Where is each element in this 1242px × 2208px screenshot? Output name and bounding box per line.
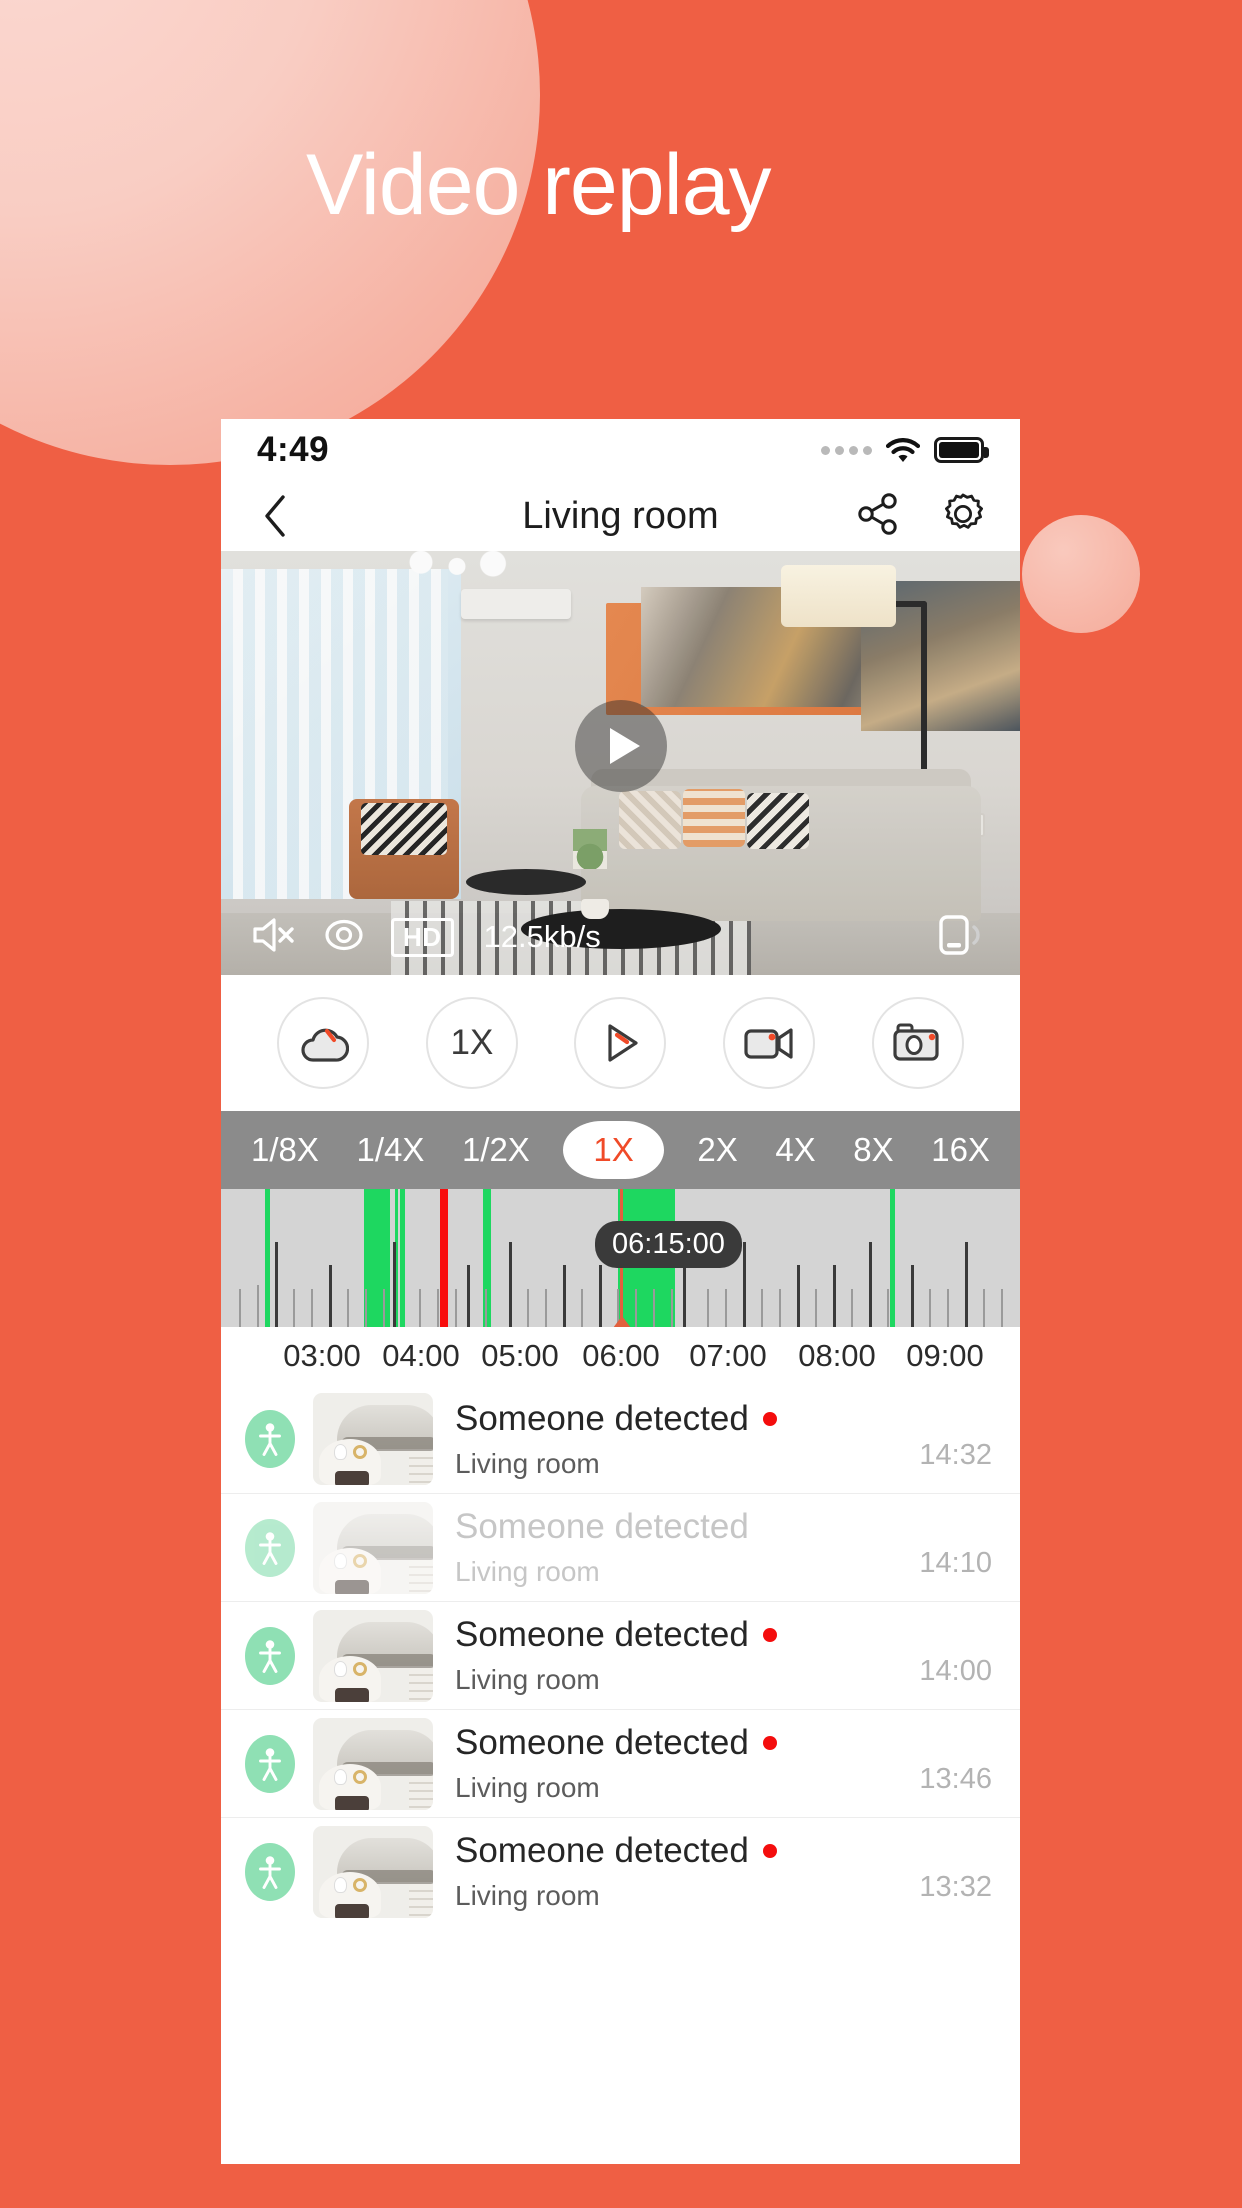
mute-button[interactable] xyxy=(251,916,297,959)
video-player[interactable]: HD 12.5kb/s xyxy=(221,551,1020,975)
table-row[interactable]: Someone detected Living room 14:00 xyxy=(221,1601,1020,1709)
eye-icon xyxy=(325,919,363,950)
share-button[interactable] xyxy=(856,492,900,541)
speed-option-4x[interactable]: 4X xyxy=(771,1124,819,1176)
person-icon xyxy=(245,1518,295,1577)
video-controls-overlay: HD 12.5kb/s xyxy=(221,899,1020,975)
record-button[interactable] xyxy=(723,997,816,1089)
status-time: 4:49 xyxy=(257,430,330,469)
timeline-label-0300: 03:00 xyxy=(283,1338,361,1373)
unread-dot xyxy=(762,1736,777,1750)
battery-icon xyxy=(934,437,989,463)
background-circle-small xyxy=(1022,515,1140,633)
speed-button-label: 1X xyxy=(450,1023,494,1062)
event-time: 13:46 xyxy=(919,1763,992,1795)
event-thumbnail[interactable] xyxy=(313,1501,433,1594)
person-icon xyxy=(245,1410,295,1468)
speed-option-16x[interactable]: 16X xyxy=(927,1124,994,1176)
event-title: Someone detected xyxy=(455,1615,749,1654)
event-list: Someone detected Living room 14:32 Someo… xyxy=(221,1385,1020,1925)
play-outline-icon xyxy=(608,1024,639,1062)
status-icons xyxy=(821,437,989,463)
event-location: Living room xyxy=(455,1664,600,1695)
event-title: Someone detected xyxy=(455,1723,749,1762)
back-button[interactable] xyxy=(255,495,295,537)
event-time: 14:10 xyxy=(919,1547,992,1579)
event-title: Someone detected xyxy=(455,1831,749,1870)
page-title: Video replay xyxy=(306,137,772,233)
unread-dot xyxy=(762,1411,777,1426)
table-row[interactable]: Someone detected Living room 13:46 xyxy=(221,1709,1020,1817)
share-icon xyxy=(858,492,897,535)
event-location: Living room xyxy=(455,1556,600,1587)
event-location: Living room xyxy=(455,1880,600,1911)
chevron-left-icon xyxy=(265,495,285,537)
phone-frame: 4:49 Living room HD 12.5kb/s 1X 1/8X 1/4… xyxy=(221,419,1020,2164)
person-icon xyxy=(245,1842,295,1901)
timeline-labels: 03:00 04:00 05:00 06:00 07:00 08:00 09:0… xyxy=(221,1327,1020,1385)
cloud-playback-button[interactable] xyxy=(277,997,370,1089)
event-title-row: Someone detected xyxy=(455,1399,919,1439)
timeline-section: 06:15:00 03:00 04:00 05:00 06:00 07:00 0… xyxy=(221,1189,1020,1385)
unread-dot xyxy=(762,1628,777,1642)
event-time: 14:32 xyxy=(919,1439,992,1471)
speaker-muted-icon xyxy=(253,917,294,952)
speed-option-1-8x[interactable]: 1/8X xyxy=(247,1124,323,1176)
timeline-tooltip: 06:15:00 xyxy=(595,1221,742,1268)
snapshot-button[interactable] xyxy=(871,997,964,1089)
table-row[interactable]: Someone detected Living room 13:32 xyxy=(221,1817,1020,1925)
privacy-button[interactable] xyxy=(323,918,365,957)
quality-badge[interactable]: HD xyxy=(391,917,454,957)
play-icon xyxy=(609,728,640,765)
gear-icon xyxy=(944,493,983,529)
fullscreen-button[interactable] xyxy=(938,913,990,962)
timeline-label-0500: 05:00 xyxy=(481,1338,559,1373)
timeline-label-0900: 09:00 xyxy=(906,1338,984,1373)
unread-dot xyxy=(762,1844,777,1858)
speed-option-2x[interactable]: 2X xyxy=(693,1124,741,1176)
speed-option-1-2x[interactable]: 1/2X xyxy=(458,1124,534,1176)
timeline-label-0700: 07:00 xyxy=(689,1338,767,1373)
event-thumbnail[interactable] xyxy=(313,1717,433,1810)
timeline-label-0600: 06:00 xyxy=(582,1338,660,1373)
person-icon xyxy=(245,1626,295,1685)
event-thumbnail[interactable] xyxy=(313,1393,433,1485)
signal-dots-icon xyxy=(821,445,872,455)
event-title-row: Someone detected xyxy=(455,1507,919,1547)
event-title: Someone detected xyxy=(455,1398,749,1438)
wifi-icon xyxy=(885,437,921,463)
event-time: 13:32 xyxy=(919,1871,992,1903)
event-location: Living room xyxy=(455,1772,600,1803)
speed-option-1x[interactable]: 1X xyxy=(563,1121,664,1179)
function-button-row: 1X xyxy=(221,975,1020,1111)
timeline-label-0400: 04:00 xyxy=(382,1338,460,1373)
playback-speed-bar: 1/8X 1/4X 1/2X 1X 2X 4X 8X 16X xyxy=(221,1111,1020,1189)
settings-button[interactable] xyxy=(940,491,986,542)
event-thumbnail[interactable] xyxy=(313,1609,433,1702)
timeline-track[interactable]: 06:15:00 xyxy=(221,1189,1020,1327)
event-thumbnail[interactable] xyxy=(313,1825,433,1918)
event-title: Someone detected xyxy=(455,1507,749,1546)
timeline-label-0800: 08:00 xyxy=(798,1338,876,1373)
speed-option-8x[interactable]: 8X xyxy=(849,1124,897,1176)
speed-button[interactable]: 1X xyxy=(425,997,518,1089)
table-row[interactable]: Someone detected Living room 14:10 xyxy=(221,1493,1020,1601)
rotate-screen-icon xyxy=(939,914,980,955)
status-bar: 4:49 xyxy=(221,419,1020,481)
table-row[interactable]: Someone detected Living room 14:32 xyxy=(221,1385,1020,1493)
event-title-row: Someone detected xyxy=(455,1615,919,1655)
play-button[interactable] xyxy=(574,700,667,793)
cloud-icon xyxy=(301,1028,350,1062)
navigation-bar: Living room xyxy=(221,481,1020,551)
play-direction-button[interactable] xyxy=(574,997,667,1089)
event-title-row: Someone detected xyxy=(455,1831,919,1871)
person-icon xyxy=(245,1734,295,1793)
bitrate-label: 12.5kb/s xyxy=(483,919,601,954)
event-location: Living room xyxy=(455,1447,600,1479)
event-time: 14:00 xyxy=(919,1655,992,1687)
speed-option-1-4x[interactable]: 1/4X xyxy=(352,1124,428,1176)
camera-icon xyxy=(893,1023,939,1061)
event-title-row: Someone detected xyxy=(455,1723,919,1763)
video-camera-icon xyxy=(744,1028,793,1059)
